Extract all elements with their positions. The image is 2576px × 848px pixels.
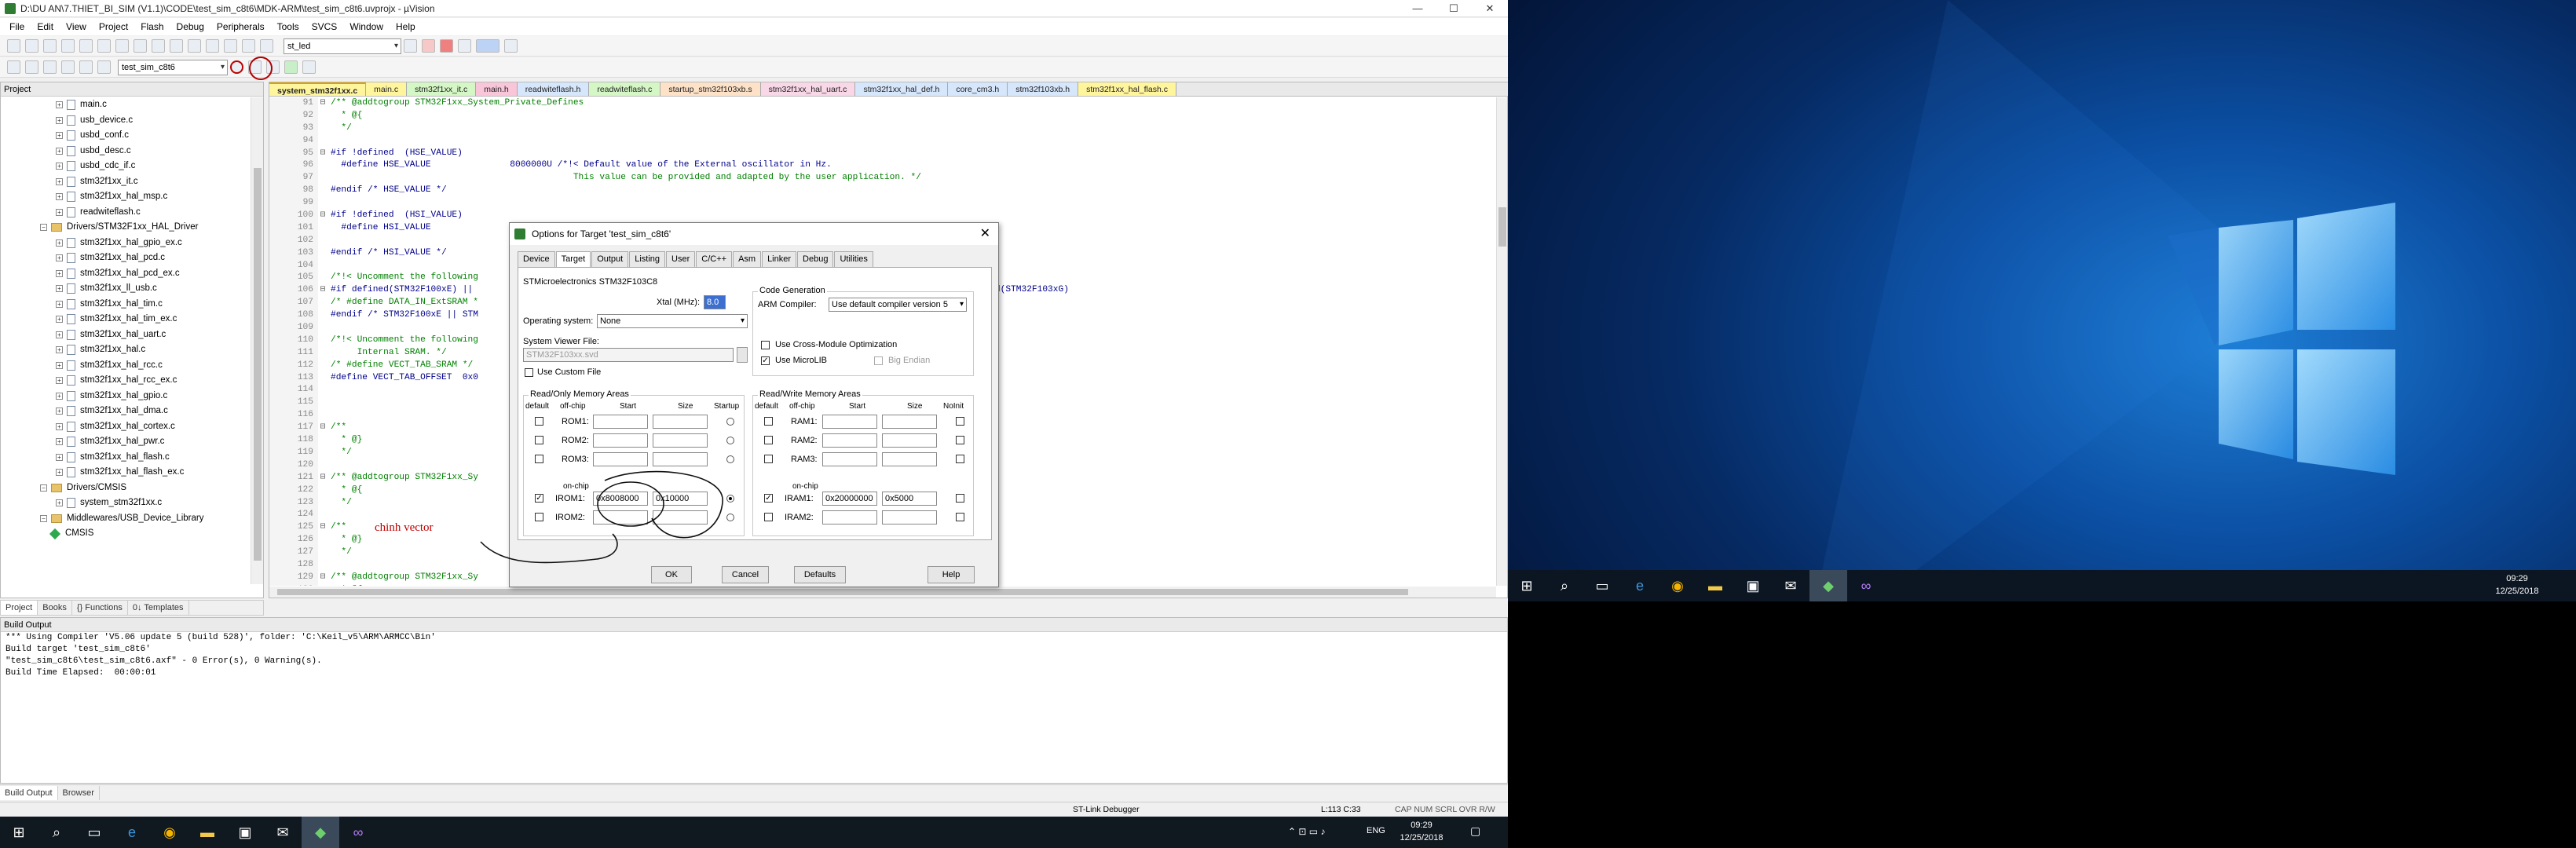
arrow-curve-mark bbox=[480, 533, 618, 564]
desktop-empty-area bbox=[1508, 601, 2576, 848]
desk-task-view-icon[interactable]: ▭ bbox=[1583, 570, 1621, 601]
windows-logo-graphic bbox=[1822, 0, 2395, 570]
desk-explorer-icon[interactable]: ▬ bbox=[1696, 570, 1734, 601]
desk-clock-time[interactable]: 09:29 bbox=[2490, 574, 2545, 583]
desk-visual-studio-icon[interactable]: ∞ bbox=[1847, 570, 1885, 601]
desk-chrome-icon[interactable]: ◉ bbox=[1659, 570, 1696, 601]
start-circle-mark bbox=[597, 481, 664, 527]
desk-clock-date[interactable]: 12/25/2018 bbox=[2490, 587, 2545, 596]
uvision-window: D:\DU AN\7.THIET_BI_SIM (V1.1)\CODE\test… bbox=[0, 0, 1508, 848]
desk-mail-icon[interactable]: ✉ bbox=[1772, 570, 1809, 601]
desk-edge-icon[interactable]: e bbox=[1621, 570, 1659, 601]
desk-keil-icon[interactable]: ◆ bbox=[1809, 570, 1847, 601]
desk-store-icon[interactable]: ▣ bbox=[1734, 570, 1772, 601]
desktop-monitor: ⊞ ⌕ ▭ e ◉ ▬ ▣ ✉ ◆ ∞ 09:29 12/25/2018 bbox=[1508, 0, 2576, 848]
desktop-taskbar: ⊞ ⌕ ▭ e ◉ ▬ ▣ ✉ ◆ ∞ 09:29 12/25/2018 bbox=[1508, 570, 2576, 601]
desk-search-icon[interactable]: ⌕ bbox=[1546, 570, 1583, 601]
toolbar-circle-mark bbox=[249, 57, 273, 80]
annotation-marks bbox=[249, 57, 723, 564]
desk-start-icon[interactable]: ⊞ bbox=[1508, 570, 1546, 601]
